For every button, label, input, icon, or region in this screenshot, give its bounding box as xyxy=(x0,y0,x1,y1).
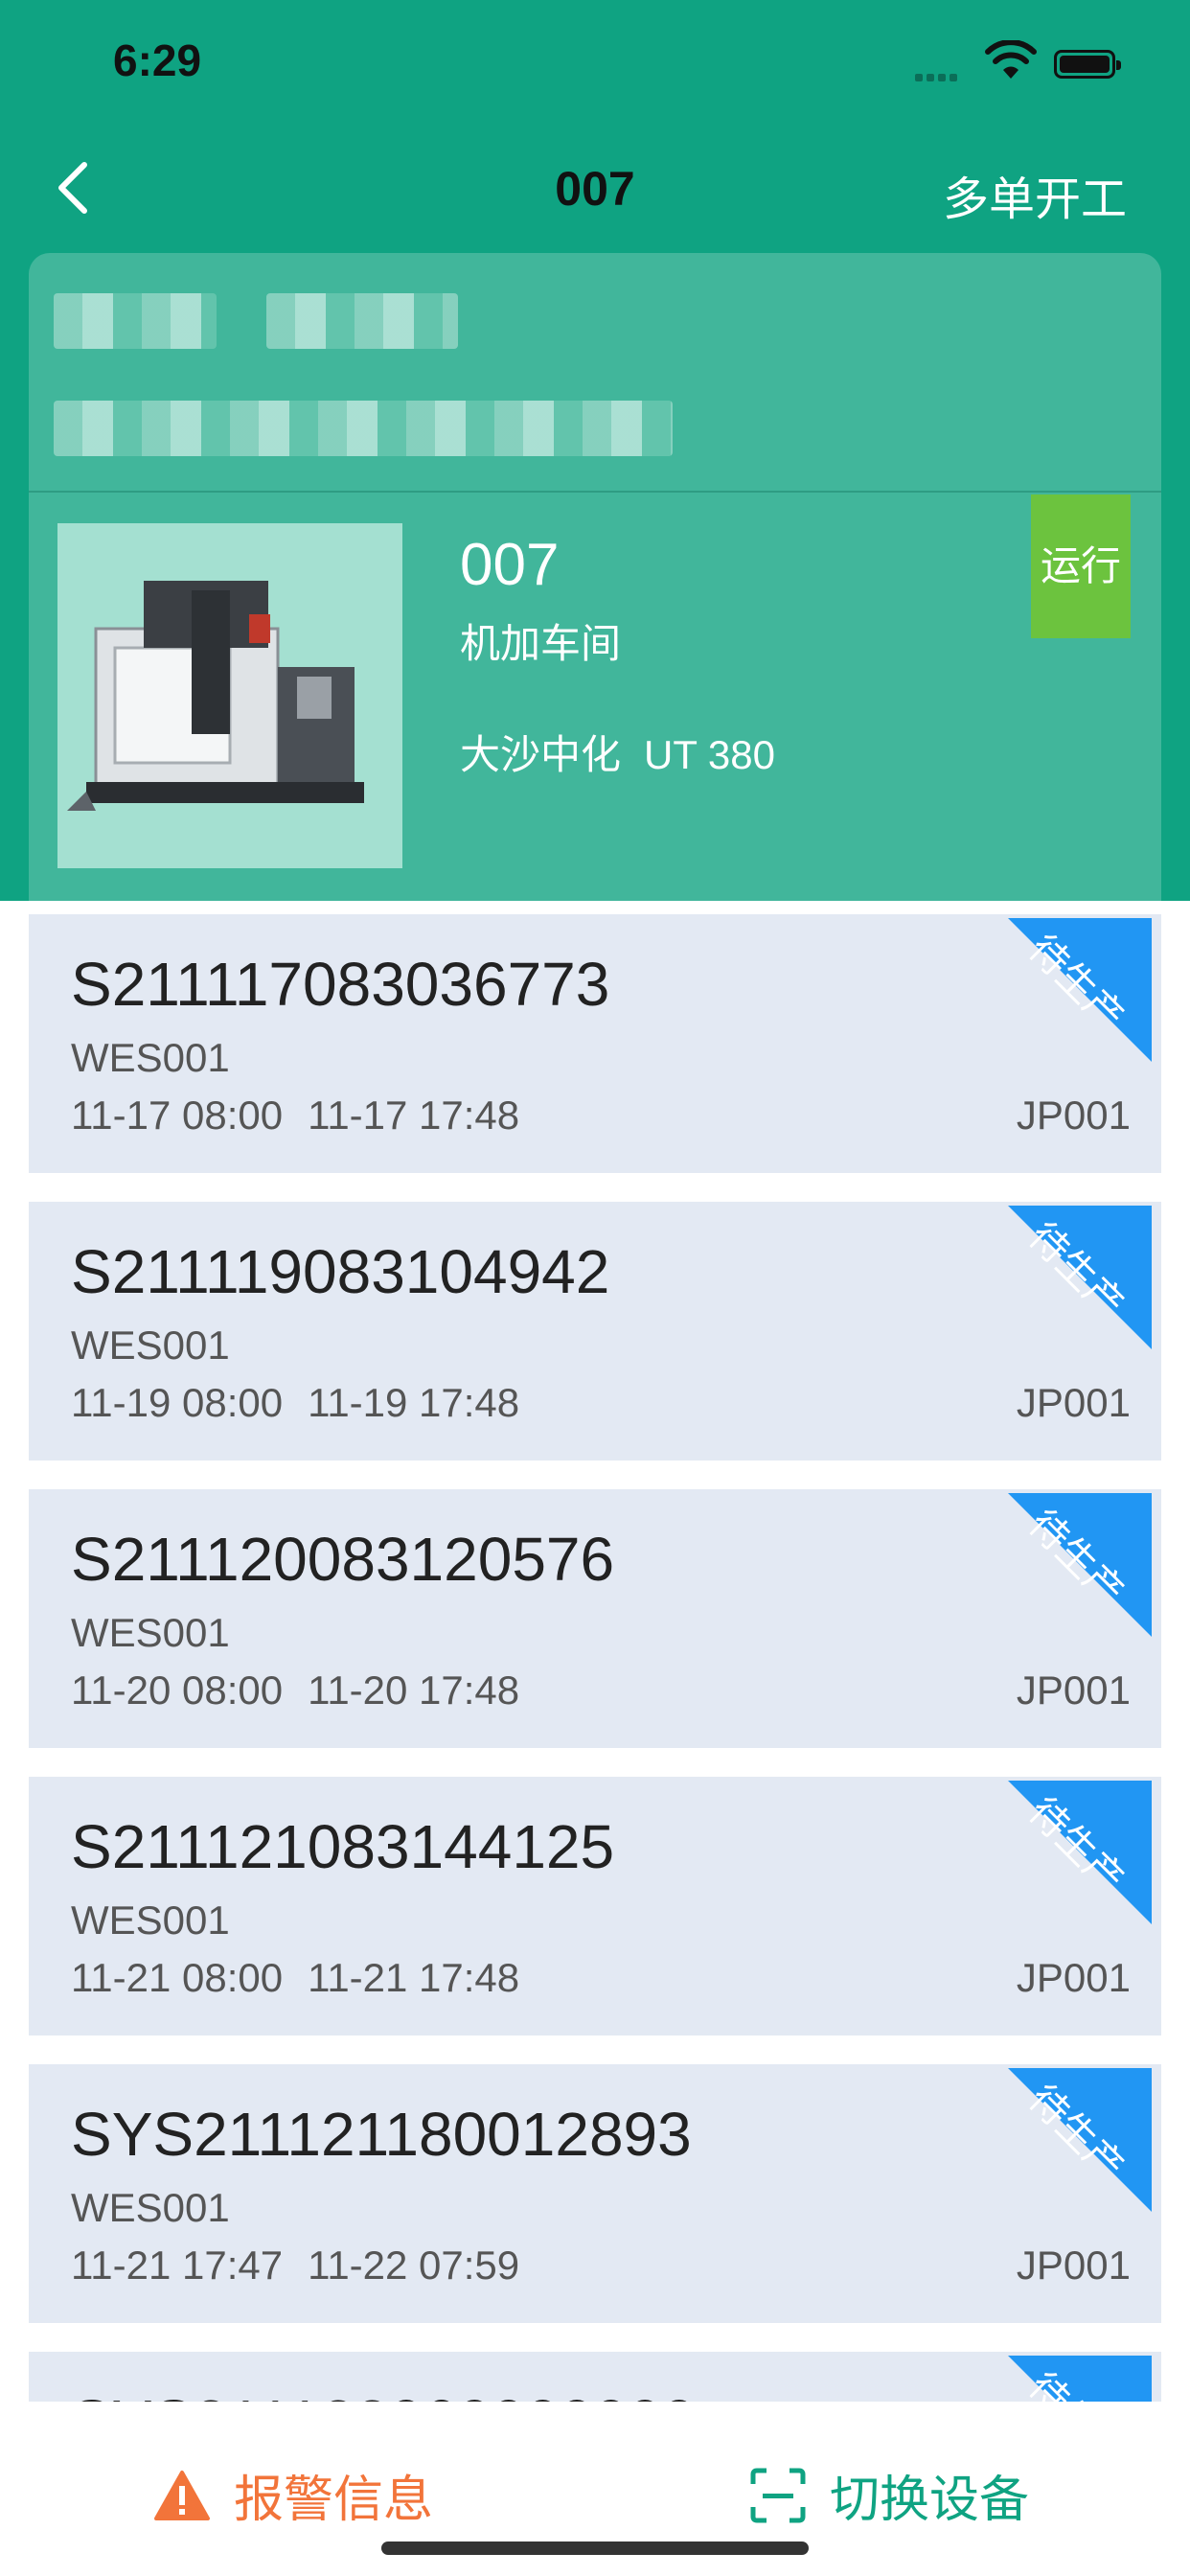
equipment-department: 机加车间 xyxy=(460,621,622,666)
alarm-info-tab[interactable]: 报警信息 xyxy=(153,2459,433,2531)
switch-device-label: 切换设备 xyxy=(830,2472,1030,2528)
order-number: S211120083120576 xyxy=(71,1525,615,1594)
equipment-status-badge: 运行 xyxy=(1031,494,1131,638)
redacted-block xyxy=(266,293,458,349)
order-list[interactable]: S211117083036773 WES001 11-17 08:00 11-17 1… xyxy=(29,914,1161,2402)
redacted-block xyxy=(54,401,673,456)
equipment-model: 大沙中化 UT 380 xyxy=(460,723,775,781)
order-number: SYS211122060000000 xyxy=(71,2386,696,2402)
scan-icon xyxy=(750,2468,806,2522)
equipment-model-number: UT 380 xyxy=(644,732,775,777)
order-code: WES001 xyxy=(71,1322,230,1368)
cellular-signal-icon xyxy=(915,69,961,86)
battery-icon xyxy=(1054,50,1121,79)
order-operator: JP001 xyxy=(1016,1955,1131,2000)
order-time-range: 11-21 08:00 11-21 17:48 xyxy=(71,1955,519,2001)
status-time: 6:29 xyxy=(113,35,202,85)
multi-order-start-button[interactable]: 多单开工 xyxy=(943,161,1127,228)
order-start-time: 11-21 17:47 xyxy=(71,2242,284,2288)
alarm-info-label: 报警信息 xyxy=(234,2472,434,2528)
order-number: S211119083104942 xyxy=(71,1237,610,1306)
wifi-icon xyxy=(985,40,1037,79)
order-card[interactable]: SYS211121180012893 WES001 11-21 17:47 11-22… xyxy=(29,2064,1161,2323)
equipment-image xyxy=(57,523,402,868)
order-number: S211117083036773 xyxy=(71,950,610,1019)
equipment-name: 007 xyxy=(460,532,560,598)
order-card[interactable]: S211120083120576 WES001 11-20 08:00 11-20 1… xyxy=(29,1489,1161,1748)
order-operator: JP001 xyxy=(1016,1092,1131,1138)
order-start-time: 11-17 08:00 xyxy=(71,1092,284,1138)
order-time-range: 11-21 17:47 11-22 07:59 xyxy=(71,2242,519,2288)
order-card[interactable]: SYS211122060000000待生产 xyxy=(29,2352,1161,2402)
order-operator: JP001 xyxy=(1016,1380,1131,1425)
order-end-time: 11-22 07:59 xyxy=(308,2242,520,2288)
home-indicator xyxy=(381,2542,809,2555)
order-end-time: 11-19 17:48 xyxy=(308,1380,520,1425)
order-start-time: 11-20 08:00 xyxy=(71,1668,284,1713)
order-code: WES001 xyxy=(71,1610,230,1655)
switch-device-tab[interactable]: 切换设备 xyxy=(749,2459,1029,2531)
order-code: WES001 xyxy=(71,2185,230,2230)
order-time-range: 11-19 08:00 11-19 17:48 xyxy=(71,1380,519,1426)
order-number: SYS211121180012893 xyxy=(71,2100,692,2169)
order-card[interactable]: S211121083144125 WES001 11-21 08:00 11-21 1… xyxy=(29,1777,1161,2036)
bottom-tab-bar: 报警信息 切换设备 xyxy=(0,2402,1190,2576)
order-time-range: 11-20 08:00 11-20 17:48 xyxy=(71,1668,519,1714)
order-end-time: 11-17 17:48 xyxy=(308,1092,520,1138)
order-start-time: 11-19 08:00 xyxy=(71,1380,284,1425)
redacted-block xyxy=(54,293,217,349)
order-code: WES001 xyxy=(71,1035,230,1080)
order-card[interactable]: S211119083104942 WES001 11-19 08:00 11-19 1… xyxy=(29,1202,1161,1460)
order-operator: JP001 xyxy=(1016,1668,1131,1713)
order-card[interactable]: S211117083036773 WES001 11-17 08:00 11-17 1… xyxy=(29,914,1161,1173)
order-end-time: 11-20 17:48 xyxy=(308,1668,520,1713)
warning-icon xyxy=(154,2470,210,2520)
divider xyxy=(29,491,1161,493)
order-end-time: 11-21 17:48 xyxy=(308,1955,520,2000)
equipment-brand: 大沙中化 xyxy=(460,732,622,777)
equipment-card: 007 机加车间 大沙中化 UT 380 运行 xyxy=(29,253,1161,901)
order-start-time: 11-21 08:00 xyxy=(71,1955,284,2000)
order-number: S211121083144125 xyxy=(71,1812,615,1881)
order-code: WES001 xyxy=(71,1898,230,1943)
order-time-range: 11-17 08:00 11-17 17:48 xyxy=(71,1092,519,1138)
order-operator: JP001 xyxy=(1016,2242,1131,2288)
